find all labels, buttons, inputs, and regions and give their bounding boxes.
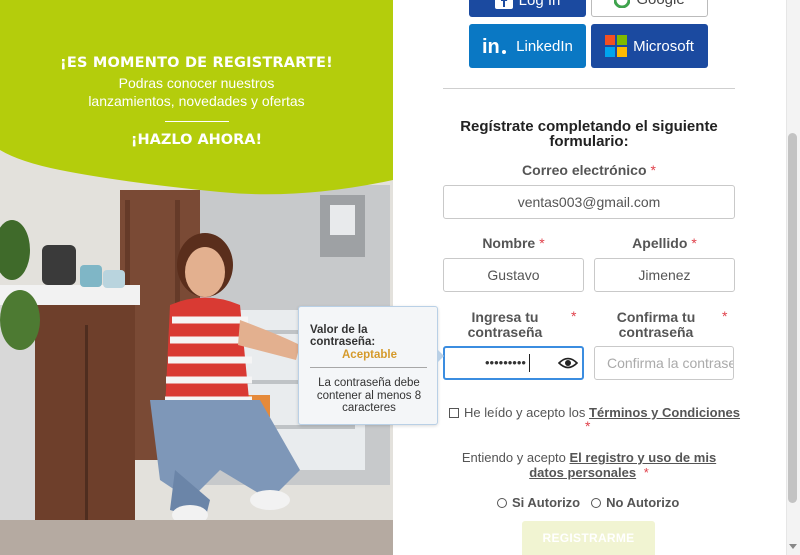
password-strength-tooltip: Valor de la contraseña: Aceptable La con…: [298, 306, 438, 425]
facebook-login-label: Log In: [518, 0, 561, 9]
facebook-icon: [494, 0, 513, 9]
register-button[interactable]: REGISTRARME: [522, 521, 655, 555]
required-mark: *: [571, 308, 577, 324]
linkedin-icon: in: [482, 35, 510, 57]
eye-icon[interactable]: [558, 354, 578, 372]
email-label: Correo electrónico *: [522, 162, 656, 178]
radio-no-autorizo[interactable]: No Autorizo: [591, 495, 679, 510]
required-mark: *: [539, 235, 545, 251]
required-mark: *: [722, 308, 728, 324]
required-mark: *: [691, 235, 697, 251]
password-field[interactable]: •••••••••: [443, 346, 584, 380]
radio-button[interactable]: [497, 497, 507, 508]
hero-panel: ¡ES MOMENTO DE REGISTRARTE! Podras conoc…: [0, 0, 393, 555]
microsoft-icon: [605, 35, 628, 57]
terms-row: He leído y acepto los Términos y Condici…: [449, 405, 740, 420]
google-login-button[interactable]: Google: [591, 0, 708, 17]
lastname-label: Apellido *: [632, 235, 697, 251]
hero-divider: [164, 121, 229, 122]
linkedin-login-button[interactable]: in LinkedIn: [469, 24, 586, 68]
tooltip-divider: [310, 367, 427, 368]
scrollbar-thumb[interactable]: [788, 133, 797, 503]
microsoft-login-label: Microsoft: [633, 37, 694, 55]
required-mark: *: [650, 162, 656, 178]
password-strength-level: Aceptable: [342, 349, 397, 361]
lastname-field[interactable]: [594, 258, 735, 292]
hero-subtitle-line1: Podras conocer nuestros: [118, 75, 275, 91]
registration-panel: Log In Google in LinkedIn Microsoft Regí…: [393, 0, 786, 555]
required-mark: *: [643, 465, 649, 480]
tooltip-title: Valor de la contraseña:: [310, 324, 376, 348]
password-label: Ingresa tu contraseña: [467, 309, 543, 340]
tooltip-arrow: [437, 349, 444, 363]
google-icon: [614, 0, 631, 8]
linkedin-login-label: LinkedIn: [516, 37, 573, 55]
form-title: Regístrate completando el siguiente form…: [460, 118, 718, 150]
radio-button[interactable]: [591, 497, 602, 508]
facebook-login-button[interactable]: Log In: [469, 0, 586, 17]
google-login-label: Google: [636, 0, 684, 8]
terms-text: He leído y acepto los: [464, 405, 586, 420]
hero-cta: ¡HAZLO AHORA!: [130, 132, 263, 148]
radio-si-autorizo[interactable]: Si Autorizo: [497, 495, 580, 510]
svg-text:in: in: [482, 36, 500, 57]
required-mark: *: [585, 418, 591, 434]
hero-text: ¡ES MOMENTO DE REGISTRARTE! Podras conoc…: [0, 55, 393, 148]
name-label: Nombre *: [482, 235, 545, 251]
email-field[interactable]: [443, 185, 735, 219]
password-masked-value: •••••••••: [485, 355, 526, 370]
scroll-down-arrow-icon[interactable]: [789, 544, 797, 549]
confirm-password-label: Confirma tu contraseña: [616, 309, 696, 340]
confirm-password-field[interactable]: Confirma la contraseña: [594, 346, 734, 380]
terms-checkbox[interactable]: [449, 407, 459, 418]
consent-text: Entiendo y acepto: [461, 450, 566, 465]
name-field[interactable]: [443, 258, 584, 292]
hero-subtitle-line2: lanzamientos, novedades y ofertas: [88, 93, 305, 109]
authorization-radios: Si Autorizo No Autorizo: [497, 495, 690, 510]
divider: [443, 88, 735, 89]
data-consent: Entiendo y acepto El registro y uso de m…: [443, 450, 735, 480]
terms-link[interactable]: Términos y Condiciones: [589, 405, 740, 420]
hero-headline: ¡ES MOMENTO DE REGISTRARTE!: [60, 55, 333, 71]
tooltip-message: La contraseña debe contener al menos 8 c…: [316, 377, 422, 414]
text-caret: [529, 354, 530, 372]
microsoft-login-button[interactable]: Microsoft: [591, 24, 708, 68]
